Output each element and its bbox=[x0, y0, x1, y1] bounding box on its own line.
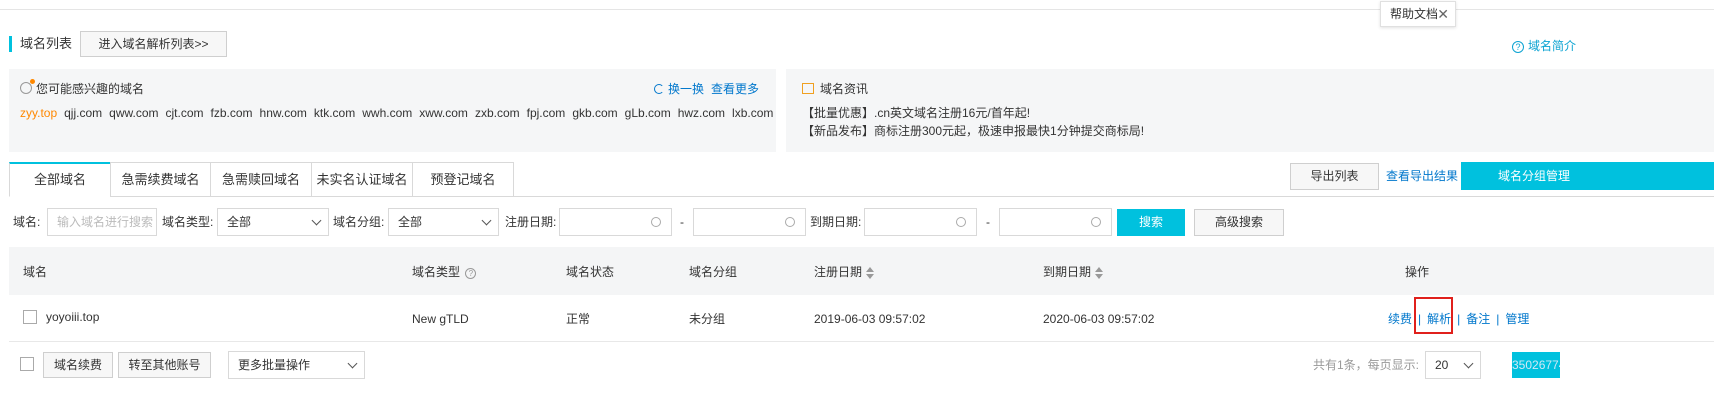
type-filter-label: 域名类型: bbox=[162, 215, 214, 229]
news-item[interactable]: 【批量优惠】.cn英文域名注册16元/首年起! bbox=[802, 105, 1030, 121]
col-reg-date[interactable]: 注册日期 bbox=[814, 264, 875, 280]
expire-date-start-input[interactable] bbox=[864, 208, 977, 236]
suggested-domain[interactable]: zyy.top bbox=[20, 106, 57, 120]
sort-icon[interactable] bbox=[1094, 266, 1104, 279]
refresh-icon bbox=[654, 84, 664, 94]
col-expire-date[interactable]: 到期日期 bbox=[1043, 264, 1104, 280]
enter-dns-list-button[interactable]: 进入域名解析列表>> bbox=[80, 31, 227, 57]
batch-operation-select[interactable]: 更多批量操作 bbox=[228, 351, 365, 379]
col-group: 域名分组 bbox=[689, 265, 738, 279]
date-range-dash: - bbox=[986, 215, 990, 229]
help-circle-icon[interactable]: ? bbox=[465, 268, 477, 279]
domain-type: New gTLD bbox=[412, 312, 469, 326]
action-separator: | bbox=[1496, 312, 1500, 326]
search-button[interactable]: 搜索 bbox=[1117, 209, 1185, 236]
view-more-link[interactable]: 查看更多 bbox=[711, 81, 759, 97]
refresh-domains-link[interactable]: 换一换 bbox=[654, 81, 704, 97]
tab-all-domains[interactable]: 全部域名 bbox=[9, 162, 111, 197]
transfer-account-button[interactable]: 转至其他账号 bbox=[118, 352, 211, 378]
suggested-domain[interactable]: zxb.com bbox=[475, 106, 520, 120]
suggested-domain[interactable]: gkb.com bbox=[572, 106, 617, 120]
group-select[interactable]: 全部 bbox=[388, 208, 499, 236]
suggested-domain[interactable]: fpj.com bbox=[527, 106, 566, 120]
clock-icon bbox=[1091, 217, 1101, 227]
col-actions: 操作 bbox=[1405, 265, 1430, 279]
suggested-domain[interactable]: hnw.com bbox=[260, 106, 307, 120]
highlight-box bbox=[1414, 297, 1453, 334]
row-checkbox[interactable] bbox=[23, 310, 37, 324]
expire-date-end-input[interactable] bbox=[999, 208, 1112, 236]
page-title: 域名列表 bbox=[9, 36, 72, 52]
action-separator: | bbox=[1457, 312, 1461, 326]
domain-filter-label: 域名: bbox=[13, 215, 41, 229]
group-filter-label: 域名分组: bbox=[333, 215, 385, 229]
news-title: 域名资讯 bbox=[802, 81, 868, 97]
chevron-down-icon bbox=[311, 215, 322, 226]
expire-date-label: 到期日期: bbox=[810, 215, 862, 229]
tab-preregistered[interactable]: 预登记域名 bbox=[412, 162, 514, 197]
help-doc-label: 帮助文档 bbox=[1390, 7, 1439, 21]
export-list-button[interactable]: 导出列表 bbox=[1290, 163, 1379, 190]
domain-group: 未分组 bbox=[689, 312, 726, 326]
type-select[interactable]: 全部 bbox=[217, 208, 329, 236]
row-divider bbox=[9, 341, 1714, 342]
expire-date: 2020-06-03 09:57:02 bbox=[1043, 312, 1155, 326]
interest-title: 您可能感兴趣的域名 bbox=[20, 79, 144, 97]
renew-action[interactable]: 续费 bbox=[1388, 312, 1412, 326]
domain-intro-link[interactable]: ? 域名简介 bbox=[1512, 38, 1576, 54]
view-export-results-link[interactable]: 查看导出结果 bbox=[1386, 168, 1458, 184]
col-status: 域名状态 bbox=[566, 265, 615, 279]
suggested-domains: zyy.top qjj.com qww.com cjt.com fzb.com hnw.c… bbox=[20, 105, 787, 121]
suggested-domain[interactable]: ktk.com bbox=[314, 106, 355, 120]
chevron-down-icon bbox=[481, 215, 492, 226]
close-icon[interactable]: ✕ bbox=[1437, 2, 1449, 26]
suggested-domain[interactable]: wwh.com bbox=[362, 106, 412, 120]
chevron-down-icon bbox=[1463, 358, 1474, 369]
domain-link[interactable]: yoyoiii.top bbox=[46, 309, 99, 325]
note-action[interactable]: 备注 bbox=[1466, 312, 1490, 326]
suggested-domain[interactable]: cjt.com bbox=[166, 106, 204, 120]
reg-date-start-input[interactable] bbox=[559, 208, 672, 236]
date-range-dash: - bbox=[680, 215, 684, 229]
suggested-domain[interactable]: hwz.com bbox=[678, 106, 725, 120]
domain-search-input[interactable]: 输入域名进行搜索 bbox=[47, 208, 157, 236]
manage-action[interactable]: 管理 bbox=[1505, 312, 1529, 326]
top-divider bbox=[0, 0, 1714, 10]
clock-icon bbox=[956, 217, 966, 227]
batch-renew-button[interactable]: 域名续费 bbox=[43, 352, 113, 378]
chevron-down-icon bbox=[347, 358, 358, 369]
clock-icon bbox=[651, 217, 661, 227]
tab-unverified[interactable]: 未实名认证域名 bbox=[311, 162, 413, 197]
watermark: 35026774 bbox=[1512, 352, 1560, 378]
suggested-domain[interactable]: lxb.com bbox=[732, 106, 773, 120]
group-manage-button[interactable]: 域名分组管理 bbox=[1461, 162, 1714, 190]
suggested-domain[interactable]: gLb.com bbox=[625, 106, 671, 120]
reg-date: 2019-06-03 09:57:02 bbox=[814, 312, 926, 326]
row-actions: 续费 | 解析 | 备注 | 管理 bbox=[1388, 311, 1529, 327]
suggested-domain[interactable]: qww.com bbox=[109, 106, 158, 120]
reg-date-label: 注册日期: bbox=[505, 215, 557, 229]
tab-redeem-needed[interactable]: 急需赎回域名 bbox=[210, 162, 312, 197]
clock-icon bbox=[785, 217, 795, 227]
help-doc-popup[interactable]: 帮助文档 ✕ bbox=[1380, 1, 1456, 27]
gift-icon bbox=[802, 83, 814, 94]
select-all-checkbox[interactable] bbox=[20, 357, 34, 371]
tab-renew-needed[interactable]: 急需续费域名 bbox=[110, 162, 211, 197]
pagination-summary: 共有1条，每页显示: bbox=[1313, 358, 1420, 372]
suggested-domain[interactable]: xww.com bbox=[419, 106, 468, 120]
search-bulb-icon bbox=[20, 79, 35, 94]
news-item[interactable]: 【新品发布】商标注册300元起，极速申报最快1分钟提交商标局! bbox=[802, 123, 1144, 139]
suggested-domain[interactable]: fzb.com bbox=[211, 106, 253, 120]
sort-icon[interactable] bbox=[865, 266, 875, 279]
reg-date-end-input[interactable] bbox=[693, 208, 806, 236]
domain-status: 正常 bbox=[566, 312, 591, 326]
advanced-search-button[interactable]: 高级搜索 bbox=[1194, 209, 1284, 236]
suggested-domain[interactable]: qjj.com bbox=[64, 106, 102, 120]
page-size-select[interactable]: 20 bbox=[1425, 351, 1481, 379]
col-type: 域名类型 ? bbox=[412, 264, 477, 280]
col-domain: 域名 bbox=[23, 265, 48, 279]
help-circle-icon: ? bbox=[1512, 41, 1524, 53]
